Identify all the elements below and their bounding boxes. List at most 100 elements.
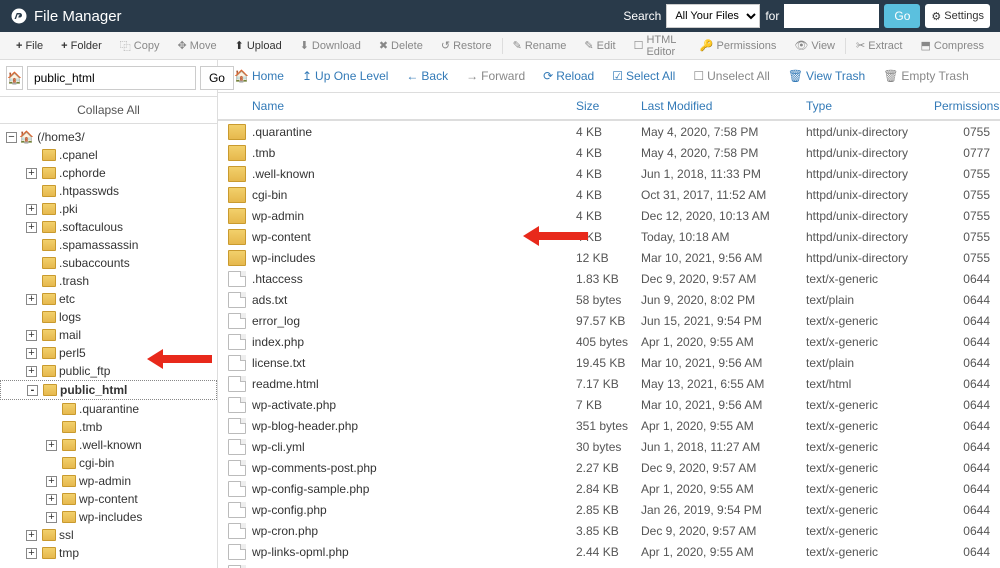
select-all-button[interactable]: ☑ Select All — [606, 66, 681, 86]
copy-button[interactable]: ⿻ Copy — [112, 34, 168, 58]
expand-toggle[interactable]: + — [46, 512, 57, 523]
compress-button[interactable]: ⬒ Compress — [912, 35, 992, 56]
move-button[interactable]: ✥ Move — [169, 35, 224, 56]
tree-node-.quarantine[interactable]: .quarantine — [0, 400, 217, 418]
tree-node-wp-includes[interactable]: +wp-includes — [0, 508, 217, 526]
file-row[interactable]: wp-blog-header.php351 bytesApr 1, 2020, … — [218, 415, 1000, 436]
tree-node-tmp[interactable]: +tmp — [0, 544, 217, 562]
file-row[interactable]: wp-load.php3.24 KBMar 10, 2021, 9:56 AMt… — [218, 562, 1000, 568]
tree-node-.pki[interactable]: +.pki — [0, 200, 217, 218]
tree-node-.tmb[interactable]: .tmb — [0, 418, 217, 436]
rename-button[interactable]: ✎ Rename — [505, 35, 575, 56]
new-file-button[interactable]: + File — [8, 36, 51, 56]
expand-toggle[interactable]: - — [27, 385, 38, 396]
expand-toggle[interactable] — [26, 150, 37, 161]
expand-toggle[interactable] — [46, 404, 57, 415]
file-row[interactable]: wp-activate.php7 KBMar 10, 2021, 9:56 AM… — [218, 394, 1000, 415]
collapse-all-button[interactable]: Collapse All — [0, 97, 217, 124]
tree-node-cgi-bin[interactable]: cgi-bin — [0, 454, 217, 472]
tree-node-.softaculous[interactable]: +.softaculous — [0, 218, 217, 236]
file-row[interactable]: .htaccess1.83 KBDec 9, 2020, 9:57 AMtext… — [218, 268, 1000, 289]
empty-trash-button[interactable]: 🗑 Empty Trash — [877, 66, 975, 86]
col-name[interactable]: Name — [252, 99, 576, 113]
expand-toggle[interactable] — [46, 422, 57, 433]
tree-node-wp-content[interactable]: +wp-content — [0, 490, 217, 508]
file-row[interactable]: readme.html7.17 KBMay 13, 2021, 6:55 AMt… — [218, 373, 1000, 394]
expand-toggle[interactable]: + — [46, 476, 57, 487]
file-row[interactable]: license.txt19.45 KBMar 10, 2021, 9:56 AM… — [218, 352, 1000, 373]
tree-node-.htpasswds[interactable]: .htpasswds — [0, 182, 217, 200]
view-trash-button[interactable]: 🗑 View Trash — [782, 66, 871, 86]
file-row[interactable]: ads.txt58 bytesJun 9, 2020, 8:02 PMtext/… — [218, 289, 1000, 310]
expand-toggle[interactable] — [26, 312, 37, 323]
permissions-button[interactable]: 🔑 Permissions — [692, 35, 785, 56]
extract-button[interactable]: ✂ Extract — [848, 35, 910, 56]
expand-toggle[interactable]: + — [26, 168, 37, 179]
home-button[interactable]: 🏠 Home — [228, 66, 290, 86]
tree-node-.cphorde[interactable]: +.cphorde — [0, 164, 217, 182]
file-row[interactable]: wp-config.php2.85 KBJan 26, 2019, 9:54 P… — [218, 499, 1000, 520]
expand-toggle[interactable]: + — [26, 294, 37, 305]
file-row[interactable]: .well-known4 KBJun 1, 2018, 11:33 PMhttp… — [218, 163, 1000, 184]
home-icon-button[interactable]: 🏠 — [6, 66, 23, 90]
tree-node-mail[interactable]: +mail — [0, 326, 217, 344]
tree-node-.trash[interactable]: .trash — [0, 272, 217, 290]
expand-toggle[interactable]: + — [26, 348, 37, 359]
back-button[interactable]: ← Back — [400, 66, 454, 86]
html-editor-button[interactable]: ☐ HTML Editor — [626, 30, 690, 62]
new-folder-button[interactable]: + Folder — [53, 36, 110, 56]
file-row[interactable]: wp-cron.php3.85 KBDec 9, 2020, 9:57 AMte… — [218, 520, 1000, 541]
col-size[interactable]: Size — [576, 99, 641, 113]
settings-button[interactable]: ⚙ Settings — [925, 4, 990, 28]
col-modified[interactable]: Last Modified — [641, 99, 806, 113]
unselect-all-button[interactable]: ☐ Unselect All — [687, 66, 775, 86]
tree-node-public_html[interactable]: -public_html — [0, 380, 217, 400]
expand-toggle[interactable]: + — [26, 548, 37, 559]
file-row[interactable]: error_log97.57 KBJun 15, 2021, 9:54 PMte… — [218, 310, 1000, 331]
tree-node-.well-known[interactable]: +.well-known — [0, 436, 217, 454]
expand-toggle[interactable] — [26, 240, 37, 251]
file-row[interactable]: wp-links-opml.php2.44 KBApr 1, 2020, 9:5… — [218, 541, 1000, 562]
file-row[interactable]: .tmb4 KBMay 4, 2020, 7:58 PMhttpd/unix-d… — [218, 142, 1000, 163]
expand-toggle[interactable]: + — [26, 366, 37, 377]
col-type[interactable]: Type — [806, 99, 934, 113]
tree-node-etc[interactable]: +etc — [0, 290, 217, 308]
edit-button[interactable]: ✎ Edit — [576, 35, 623, 56]
file-row[interactable]: wp-admin4 KBDec 12, 2020, 10:13 AMhttpd/… — [218, 205, 1000, 226]
tree-root[interactable]: −🏠 (/home3/ — [0, 128, 217, 146]
reload-button[interactable]: ⟳ Reload — [537, 66, 600, 86]
path-input[interactable] — [27, 66, 196, 90]
expand-toggle[interactable]: + — [26, 222, 37, 233]
view-button[interactable]: 👁 View — [786, 35, 843, 56]
download-button[interactable]: ⬇ Download — [292, 35, 369, 56]
tree-node-.subaccounts[interactable]: .subaccounts — [0, 254, 217, 272]
expand-toggle[interactable]: + — [46, 494, 57, 505]
search-input[interactable] — [784, 4, 879, 28]
file-row[interactable]: wp-content4 KBToday, 10:18 AMhttpd/unix-… — [218, 226, 1000, 247]
col-permissions[interactable]: Permissions — [934, 99, 990, 113]
tree-node-wp-admin[interactable]: +wp-admin — [0, 472, 217, 490]
delete-button[interactable]: ✖ Delete — [371, 35, 431, 56]
forward-button[interactable]: → Forward — [460, 66, 531, 86]
file-row[interactable]: wp-config-sample.php2.84 KBApr 1, 2020, … — [218, 478, 1000, 499]
expand-toggle[interactable]: + — [26, 204, 37, 215]
expand-toggle[interactable]: + — [26, 330, 37, 341]
tree-node-.spamassassin[interactable]: .spamassassin — [0, 236, 217, 254]
tree-node-public_ftp[interactable]: +public_ftp — [0, 362, 217, 380]
search-scope-select[interactable]: All Your Files — [666, 4, 760, 28]
expand-toggle[interactable] — [26, 258, 37, 269]
file-row[interactable]: wp-includes12 KBMar 10, 2021, 9:56 AMhtt… — [218, 247, 1000, 268]
tree-node-logs[interactable]: logs — [0, 308, 217, 326]
tree-node-perl5[interactable]: +perl5 — [0, 344, 217, 362]
file-row[interactable]: .quarantine4 KBMay 4, 2020, 7:58 PMhttpd… — [218, 121, 1000, 142]
file-row[interactable]: cgi-bin4 KBOct 31, 2017, 11:52 AMhttpd/u… — [218, 184, 1000, 205]
upload-button[interactable]: ⬆ Upload — [227, 35, 290, 56]
file-row[interactable]: wp-cli.yml30 bytesJun 1, 2018, 11:27 AMt… — [218, 436, 1000, 457]
expand-toggle[interactable] — [26, 186, 37, 197]
tree-node-.cpanel[interactable]: .cpanel — [0, 146, 217, 164]
expand-toggle[interactable] — [46, 458, 57, 469]
tree-node-ssl[interactable]: +ssl — [0, 526, 217, 544]
file-row[interactable]: wp-comments-post.php2.27 KBDec 9, 2020, … — [218, 457, 1000, 478]
expand-toggle[interactable]: + — [26, 530, 37, 541]
up-level-button[interactable]: ↥ Up One Level — [296, 66, 394, 86]
